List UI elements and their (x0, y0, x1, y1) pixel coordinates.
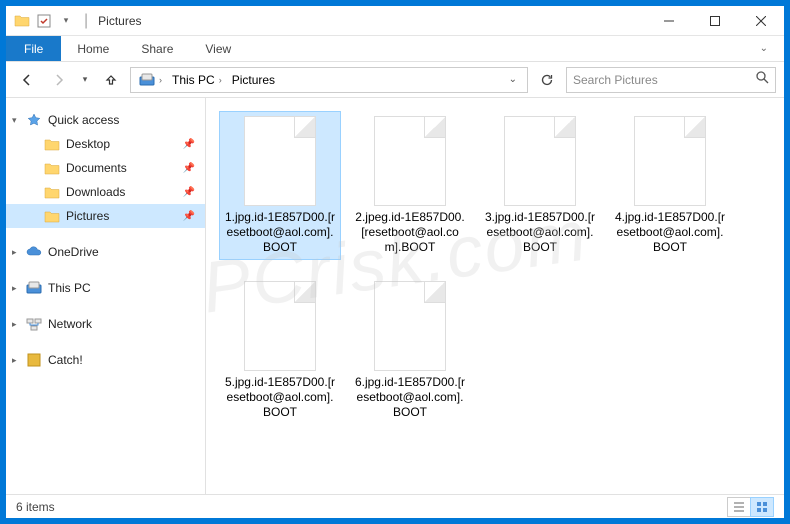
minimize-button[interactable] (646, 6, 692, 36)
tab-view[interactable]: View (189, 36, 247, 61)
file-item[interactable]: 1.jpg.id-1E857D00.[resetboot@aol.com].BO… (220, 112, 340, 259)
file-item[interactable]: 3.jpg.id-1E857D00.[resetboot@aol.com].BO… (480, 112, 600, 259)
search-icon[interactable] (755, 70, 769, 89)
file-item[interactable]: 4.jpg.id-1E857D00.[resetboot@aol.com].BO… (610, 112, 730, 259)
tree-label: Downloads (66, 185, 125, 199)
tree-label: Quick access (48, 113, 119, 127)
explorer-body: ▾ Quick access Desktop📌Documents📌Downloa… (6, 98, 784, 494)
navigation-bar: ▾ › This PC › Pictures ⌄ (6, 62, 784, 98)
item-count-label: 6 items (16, 500, 55, 514)
refresh-button[interactable] (534, 67, 560, 93)
sidebar-item-downloads[interactable]: Downloads 📌 (6, 180, 205, 204)
sidebar-item-onedrive[interactable]: ▸ OneDrive (6, 240, 205, 264)
file-thumbnail (244, 281, 316, 371)
folder-icon (44, 160, 60, 176)
file-item[interactable]: 2.jpeg.id-1E857D00.[resetboot@aol.com].B… (350, 112, 470, 259)
window-title: Pictures (98, 14, 141, 28)
ribbon-expand-icon[interactable]: ⌄ (744, 36, 784, 61)
sidebar-item-network[interactable]: ▸ Network (6, 312, 205, 336)
qat-dropdown-icon[interactable]: ▾ (58, 13, 74, 29)
chevron-right-icon: › (219, 75, 222, 85)
folder-icon (44, 184, 60, 200)
nav-back-button[interactable] (14, 67, 40, 93)
search-input[interactable] (573, 73, 755, 87)
ribbon-tabs: File Home Share View ⌄ (6, 36, 784, 62)
pin-icon: 📌 (183, 211, 195, 222)
pin-icon: 📌 (183, 163, 195, 174)
sidebar-item-pictures[interactable]: Pictures 📌 (6, 204, 205, 228)
file-thumbnail (374, 281, 446, 371)
breadcrumb-history-dropdown[interactable]: ⌄ (503, 72, 523, 87)
caret-right-icon[interactable]: ▸ (12, 247, 17, 258)
file-name-label: 2.jpeg.id-1E857D00.[resetboot@aol.com].B… (354, 210, 466, 255)
sidebar-item-this-pc[interactable]: ▸ This PC (6, 276, 205, 300)
breadcrumb-label: Pictures (232, 73, 275, 87)
file-thumbnail (374, 116, 446, 206)
pin-icon: 📌 (183, 187, 195, 198)
nav-forward-button[interactable] (46, 67, 72, 93)
file-name-label: 1.jpg.id-1E857D00.[resetboot@aol.com].BO… (224, 210, 336, 255)
file-thumbnail (244, 116, 316, 206)
file-name-label: 5.jpg.id-1E857D00.[resetboot@aol.com].BO… (224, 375, 336, 420)
tree-label: OneDrive (48, 245, 99, 259)
breadcrumb-this-pc[interactable]: This PC › (168, 71, 226, 89)
caret-right-icon[interactable]: ▸ (12, 319, 17, 330)
file-name-label: 3.jpg.id-1E857D00.[resetboot@aol.com].BO… (484, 210, 596, 255)
tab-file[interactable]: File (6, 36, 61, 61)
folder-icon (14, 13, 30, 29)
file-name-label: 4.jpg.id-1E857D00.[resetboot@aol.com].BO… (614, 210, 726, 255)
folder-icon (44, 136, 60, 152)
nav-recent-dropdown[interactable]: ▾ (78, 67, 92, 93)
caret-right-icon[interactable]: ▸ (12, 355, 17, 366)
breadcrumb-pictures[interactable]: Pictures (228, 71, 279, 89)
file-thumbnail (634, 116, 706, 206)
breadcrumb[interactable]: › This PC › Pictures ⌄ (130, 67, 528, 93)
tree-label: This PC (48, 281, 91, 295)
search-box[interactable] (566, 67, 776, 93)
caret-down-icon[interactable]: ▾ (12, 115, 17, 126)
tree-label: Pictures (66, 209, 109, 223)
caret-right-icon[interactable]: ▸ (12, 283, 17, 294)
file-pane[interactable]: 1.jpg.id-1E857D00.[resetboot@aol.com].BO… (206, 98, 784, 494)
breadcrumb-root-icon[interactable]: › (135, 71, 166, 89)
breadcrumb-label: This PC (172, 73, 215, 87)
quick-access-toolbar: ▾ | Pictures (6, 12, 142, 30)
nav-up-button[interactable] (98, 67, 124, 93)
properties-icon[interactable] (36, 13, 52, 29)
close-button[interactable] (738, 6, 784, 36)
explorer-window: PCrisk.com ▾ | Pictures File Home Share … (5, 5, 785, 519)
tree-icon (26, 280, 42, 296)
file-item[interactable]: 6.jpg.id-1E857D00.[resetboot@aol.com].BO… (350, 277, 470, 424)
status-bar: 6 items (6, 494, 784, 518)
navigation-pane: ▾ Quick access Desktop📌Documents📌Downloa… (6, 98, 206, 494)
tree-icon (26, 352, 42, 368)
window-controls (646, 6, 784, 36)
tree-icon (26, 244, 42, 260)
sidebar-item-documents[interactable]: Documents 📌 (6, 156, 205, 180)
tab-home[interactable]: Home (61, 36, 125, 61)
tab-share[interactable]: Share (125, 36, 189, 61)
sidebar-item-catch-[interactable]: ▸ Catch! (6, 348, 205, 372)
maximize-button[interactable] (692, 6, 738, 36)
star-icon (26, 112, 42, 128)
chevron-right-icon: › (159, 75, 162, 85)
title-bar: ▾ | Pictures (6, 6, 784, 36)
file-thumbnail (504, 116, 576, 206)
file-item[interactable]: 5.jpg.id-1E857D00.[resetboot@aol.com].BO… (220, 277, 340, 424)
tree-label: Network (48, 317, 92, 331)
tree-label: Catch! (48, 353, 83, 367)
folder-icon (44, 208, 60, 224)
view-details-button[interactable] (727, 497, 751, 517)
tree-icon (26, 316, 42, 332)
title-separator: | (84, 12, 88, 30)
sidebar-item-desktop[interactable]: Desktop 📌 (6, 132, 205, 156)
sidebar-quick-access[interactable]: ▾ Quick access (6, 108, 205, 132)
file-name-label: 6.jpg.id-1E857D00.[resetboot@aol.com].BO… (354, 375, 466, 420)
tree-label: Documents (66, 161, 127, 175)
view-icons-button[interactable] (750, 497, 774, 517)
pin-icon: 📌 (183, 139, 195, 150)
tree-label: Desktop (66, 137, 110, 151)
